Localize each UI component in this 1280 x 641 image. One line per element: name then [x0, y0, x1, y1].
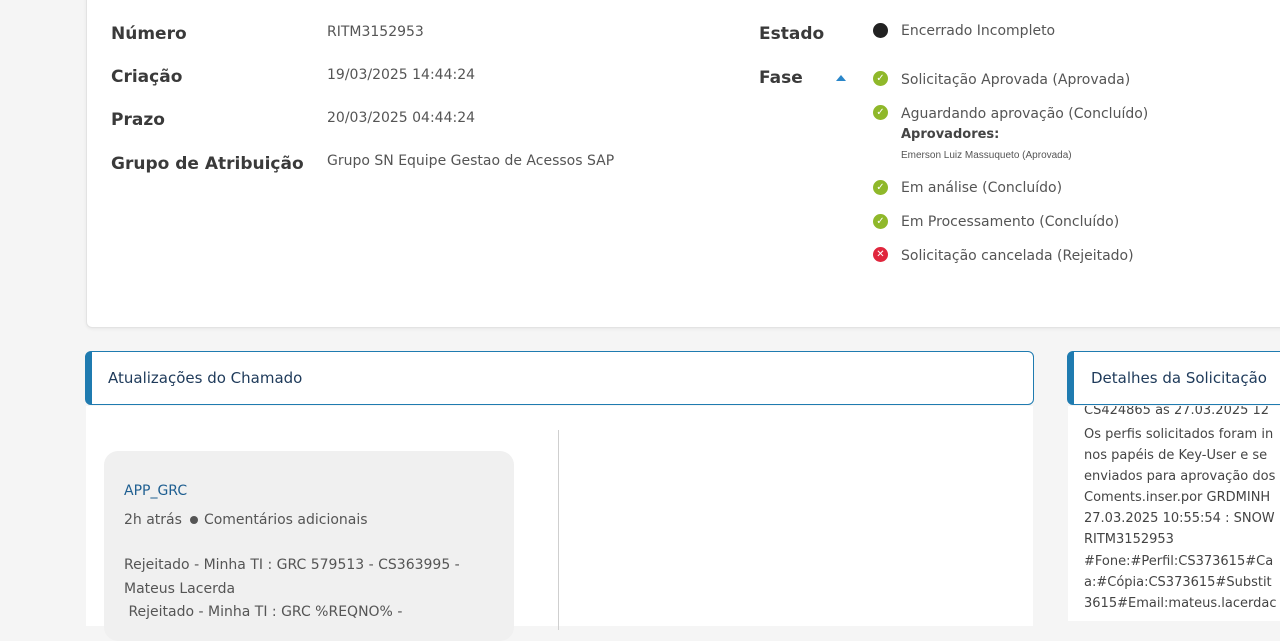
bullet-icon — [189, 515, 198, 524]
criacao-value: 19/03/2025 14:44:24 — [327, 67, 476, 83]
grupo-label: Grupo de Atribuição — [111, 154, 304, 174]
comment-author[interactable]: APP_GRC — [124, 483, 187, 499]
comment-time: 2h atrás — [124, 512, 182, 528]
criacao-label: Criação — [111, 67, 183, 87]
details-text-line: a:#Cópia:CS373615#Substit — [1084, 575, 1272, 590]
details-text-line: 27.03.2025 10:55:54 : SNOW — [1084, 511, 1275, 526]
phase-item-5: Solicitação cancelada (Rejeitado) — [901, 248, 1134, 264]
check-icon: ✓ — [873, 214, 888, 229]
request-details-header[interactable]: Detalhes da Solicitação — [1067, 351, 1280, 405]
numero-label: Número — [111, 24, 187, 44]
numero-value: RITM3152953 — [327, 24, 424, 40]
estado-value: Encerrado Incompleto — [901, 23, 1056, 39]
phase-item-4: Em Processamento (Concluído) — [901, 214, 1120, 230]
check-icon: ✓ — [873, 71, 888, 86]
details-text-line: RITM3152953 — [1084, 532, 1174, 547]
grupo-value: Grupo SN Equipe Gestao de Acessos SAP — [327, 153, 615, 169]
phase-item-1: Solicitação Aprovada (Aprovada) — [901, 72, 1131, 88]
details-text-line: nos papéis de Key-User e se — [1084, 448, 1268, 463]
request-details-body: CS424865 às 27.03.2025 12 Os perfis soli… — [1068, 406, 1280, 621]
phase-item-3: Em análise (Concluído) — [901, 180, 1063, 196]
updates-panel-header[interactable]: Atualizações do Chamado — [85, 351, 1034, 405]
fase-label: Fase — [759, 68, 803, 88]
comment-text-line: Rejeitado - Minha TI : GRC 579513 - CS36… — [124, 557, 460, 573]
details-text-line: #Fone:#Perfil:CS373615#Ca — [1084, 554, 1274, 569]
details-text-line: enviados para aprovação dos — [1084, 469, 1276, 484]
updates-panel-title: Atualizações do Chamado — [108, 369, 303, 387]
approvers-value: Emerson Luiz Massuqueto (Aprovada) — [901, 150, 1072, 161]
check-icon: ✓ — [873, 180, 888, 195]
details-text-line: CS424865 às 27.03.2025 12 — [1084, 406, 1270, 418]
check-icon: ✓ — [873, 105, 888, 120]
estado-label: Estado — [759, 24, 825, 44]
details-text-line: Os perfis solicitados foram in — [1084, 427, 1274, 442]
details-text-line: Coments.inser.por GRDMINH — [1084, 490, 1271, 505]
request-details-title: Detalhes da Solicitação — [1091, 369, 1267, 387]
approvers-label: Aprovadores: — [901, 127, 1000, 142]
phase-item-2: Aguardando aprovação (Concluído) — [901, 106, 1149, 122]
prazo-value: 20/03/2025 04:44:24 — [327, 110, 476, 126]
collapse-caret-icon[interactable] — [836, 75, 846, 81]
comment-type: Comentários adicionais — [203, 512, 368, 528]
status-dot-icon — [873, 23, 888, 38]
comment-text-line: Rejeitado - Minha TI : GRC %REQNO% - — [124, 604, 403, 620]
details-text-line: 3615#Email:mateus.lacerdac — [1084, 596, 1277, 611]
comment-meta: 2h atrás Comentários adicionais — [124, 512, 368, 528]
prazo-label: Prazo — [111, 110, 165, 130]
timeline-divider — [558, 430, 559, 630]
x-icon: ✕ — [873, 247, 888, 262]
comment-text-line: Mateus Lacerda — [124, 581, 236, 597]
